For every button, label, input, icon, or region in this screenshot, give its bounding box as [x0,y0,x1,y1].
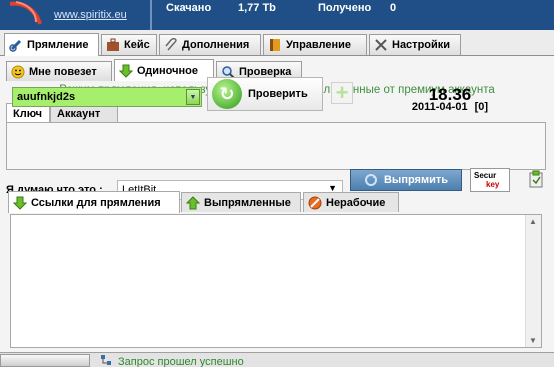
tab-label: Ссылки для прямления [31,196,161,209]
tab-label: Настройки [392,39,451,51]
scroll-down-icon[interactable]: ▼ [529,336,537,345]
site-link[interactable]: www.spiritix.eu [54,9,127,21]
tab-straightening[interactable]: Прямление [4,33,99,56]
vertical-scrollbar[interactable]: ▲ ▼ [525,215,541,347]
add-key-button[interactable]: + [331,82,353,104]
tab-links-to-straighten[interactable]: Ссылки для прямления [8,191,180,213]
tab-label: Кейс [124,39,150,51]
received-label: Получено [318,2,372,14]
tab-label: Одиночное [137,64,198,77]
logo-icon [9,1,42,25]
smiley-icon [11,65,25,78]
clock-date: 2011-04-01 [0] [400,101,500,113]
straighten-label: Выпрямить [383,174,449,186]
tab-addons[interactable]: Дополнения [159,34,261,55]
key-value: auufnkjd2s [17,91,76,103]
check-button[interactable]: ↻ Проверить [207,77,323,111]
scroll-up-icon[interactable]: ▲ [529,217,537,226]
tab-label: Проверка [239,65,292,78]
tab-lucky[interactable]: Мне повезет [6,61,112,81]
tab-label: Управление [286,39,352,51]
down-arrow-icon [13,196,27,210]
tab-case[interactable]: Кейс [101,34,157,55]
tab-label: Дополнения [182,39,250,51]
securkey-line1: Secur [474,171,497,180]
status-bar: Запрос прошел успешно [0,352,554,367]
link-icon [9,39,22,52]
tab-broken[interactable]: Нерабочие [303,192,399,212]
main-panel: Мне повезет Одиночное Проверка Режим пря… [0,56,554,352]
tab-single[interactable]: Одиночное [114,59,214,81]
tab-straightened[interactable]: Выпрямленные [181,192,301,212]
tab-settings[interactable]: Настройки [369,34,461,55]
chevron-down-icon[interactable]: ▼ [186,89,200,105]
up-arrow-icon [186,195,200,209]
check-label: Проверить [248,88,308,100]
tab-label: Аккаунт [57,107,101,120]
credentials-group: Ключ Аккаунт [6,103,552,176]
down-arrow-icon [119,64,133,78]
tab-label: Прямление [27,39,89,51]
date-count: [0] [474,101,489,113]
briefcase-icon [107,38,119,51]
header-divider [150,0,152,30]
securkey-button[interactable]: Secur key [470,168,510,192]
tab-label: Ключ [13,107,43,120]
key-combobox[interactable]: auufnkjd2s ▼ [12,87,202,107]
book-icon [270,39,280,51]
securkey-line2: key [486,180,500,189]
tab-label: Мне повезет [29,65,97,78]
links-textarea[interactable]: ▲ ▼ [10,214,542,348]
credentials-body [6,122,546,170]
progress-bar [0,354,90,367]
downloaded-label: Скачано [166,2,212,14]
cycle-arrows-icon [364,174,377,186]
paperclip-icon [165,38,177,51]
forbidden-icon [308,196,322,209]
received-value: 0 [390,2,397,14]
tab-label: Нерабочие [326,196,386,209]
straighten-button[interactable]: Выпрямить [350,169,462,191]
date-value: 2011-04-01 [411,101,468,113]
status-message: Запрос прошел успешно [118,356,244,367]
top-header: www.spiritix.eu Скачано 1,77 Tb Получено… [0,0,554,30]
tools-icon [375,39,387,51]
clipboard-icon[interactable] [528,170,544,188]
main-tab-bar: Прямление Кейс Дополнения Управление Нас… [0,33,554,56]
tab-management[interactable]: Управление [263,34,367,55]
links-tab-bar: Ссылки для прямления Выпрямленные Нерабо… [4,191,554,214]
tab-label: Выпрямленные [204,196,291,209]
downloaded-value: 1,77 Tb [238,2,276,14]
network-icon [101,355,111,365]
refresh-icon: ↻ [212,79,242,109]
